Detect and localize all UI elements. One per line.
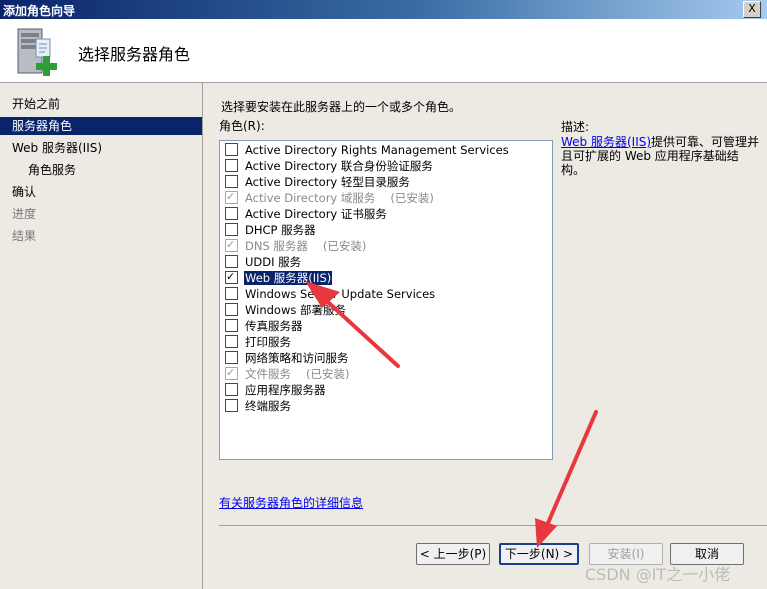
wizard-header: 选择服务器角色 — [0, 19, 767, 83]
server-add-icon — [17, 28, 57, 76]
checkbox[interactable] — [225, 319, 238, 332]
checkbox[interactable] — [225, 159, 238, 172]
role-item[interactable]: 终端服务 — [225, 398, 292, 414]
role-item[interactable]: DHCP 服务器 — [225, 222, 317, 238]
nav-item-web-server[interactable]: Web 服务器(IIS) — [0, 139, 202, 157]
back-button[interactable]: < 上一步(P) — [416, 543, 490, 565]
role-item[interactable]: 应用程序服务器 — [225, 382, 327, 398]
checkbox[interactable] — [225, 143, 238, 156]
role-item[interactable]: Active Directory Rights Management Servi… — [225, 142, 510, 158]
role-item[interactable]: Active Directory 轻型目录服务 — [225, 174, 411, 190]
checkbox[interactable] — [225, 383, 238, 396]
description-label: 描述: — [561, 120, 590, 134]
description-link[interactable]: Web 服务器(IIS) — [561, 135, 651, 149]
nav-item-confirmation[interactable]: 确认 — [0, 183, 202, 201]
role-item: Active Directory 域服务(已安装) — [225, 189, 434, 206]
wizard-nav: 开始之前 服务器角色 Web 服务器(IIS) 角色服务 确认 进度 结果 — [0, 83, 203, 589]
checkbox[interactable] — [225, 303, 238, 316]
checkbox[interactable] — [225, 269, 238, 285]
divider — [219, 525, 767, 526]
checkbox — [225, 189, 238, 205]
role-item[interactable]: Active Directory 联合身份验证服务 — [225, 158, 434, 174]
role-item[interactable]: 传真服务器 — [225, 318, 304, 334]
checkbox[interactable] — [225, 335, 238, 348]
more-info-link[interactable]: 有关服务器角色的详细信息 — [219, 494, 363, 511]
nav-item-results: 结果 — [12, 229, 37, 243]
role-item[interactable]: 打印服务 — [225, 334, 292, 350]
role-item: 文件服务(已安装) — [225, 365, 349, 382]
instruction-text: 选择要安装在此服务器上的一个或多个角色。 — [221, 100, 462, 114]
checkbox[interactable] — [225, 287, 238, 300]
checkbox — [225, 237, 238, 253]
nav-item-server-roles[interactable]: 服务器角色 — [0, 117, 202, 135]
checkbox[interactable] — [225, 351, 238, 364]
role-item: DNS 服务器(已安装) — [225, 237, 366, 254]
nav-item-progress: 进度 — [12, 207, 37, 221]
roles-list[interactable]: Active Directory Rights Management Servi… — [219, 140, 553, 460]
checkbox[interactable] — [225, 255, 238, 268]
checkbox[interactable] — [225, 223, 238, 236]
next-button[interactable]: 下一步(N) > — [499, 543, 579, 565]
close-button[interactable]: X — [743, 1, 761, 18]
nav-item-role-services[interactable]: 角色服务 — [0, 161, 202, 179]
role-item[interactable]: Windows 部署服务 — [225, 302, 347, 318]
page-title: 选择服务器角色 — [78, 45, 191, 64]
window-title: 添加角色向导 — [3, 4, 76, 18]
checkbox[interactable] — [225, 175, 238, 188]
watermark: CSDN @IT之一小佬 — [585, 565, 731, 584]
roles-label: 角色(R): — [219, 119, 265, 133]
role-item[interactable]: UDDI 服务 — [225, 254, 302, 270]
role-item-web-server[interactable]: Web 服务器(IIS) — [225, 269, 333, 286]
checkbox[interactable] — [225, 207, 238, 220]
wizard-content: 选择要安装在此服务器上的一个或多个角色。 角色(R): Active Direc… — [203, 83, 767, 589]
role-item[interactable]: 网络策略和访问服务 — [225, 350, 350, 366]
description-text: Web 服务器(IIS)提供可靠、可管理并且可扩展的 Web 应用程序基础结构。 — [561, 135, 760, 177]
nav-item-before-you-begin[interactable]: 开始之前 — [0, 95, 202, 113]
title-bar: 添加角色向导 X — [0, 0, 767, 19]
checkbox — [225, 365, 238, 381]
role-item[interactable]: Active Directory 证书服务 — [225, 206, 388, 222]
checkbox[interactable] — [225, 399, 238, 412]
role-item[interactable]: Windows Server Update Services — [225, 286, 436, 302]
